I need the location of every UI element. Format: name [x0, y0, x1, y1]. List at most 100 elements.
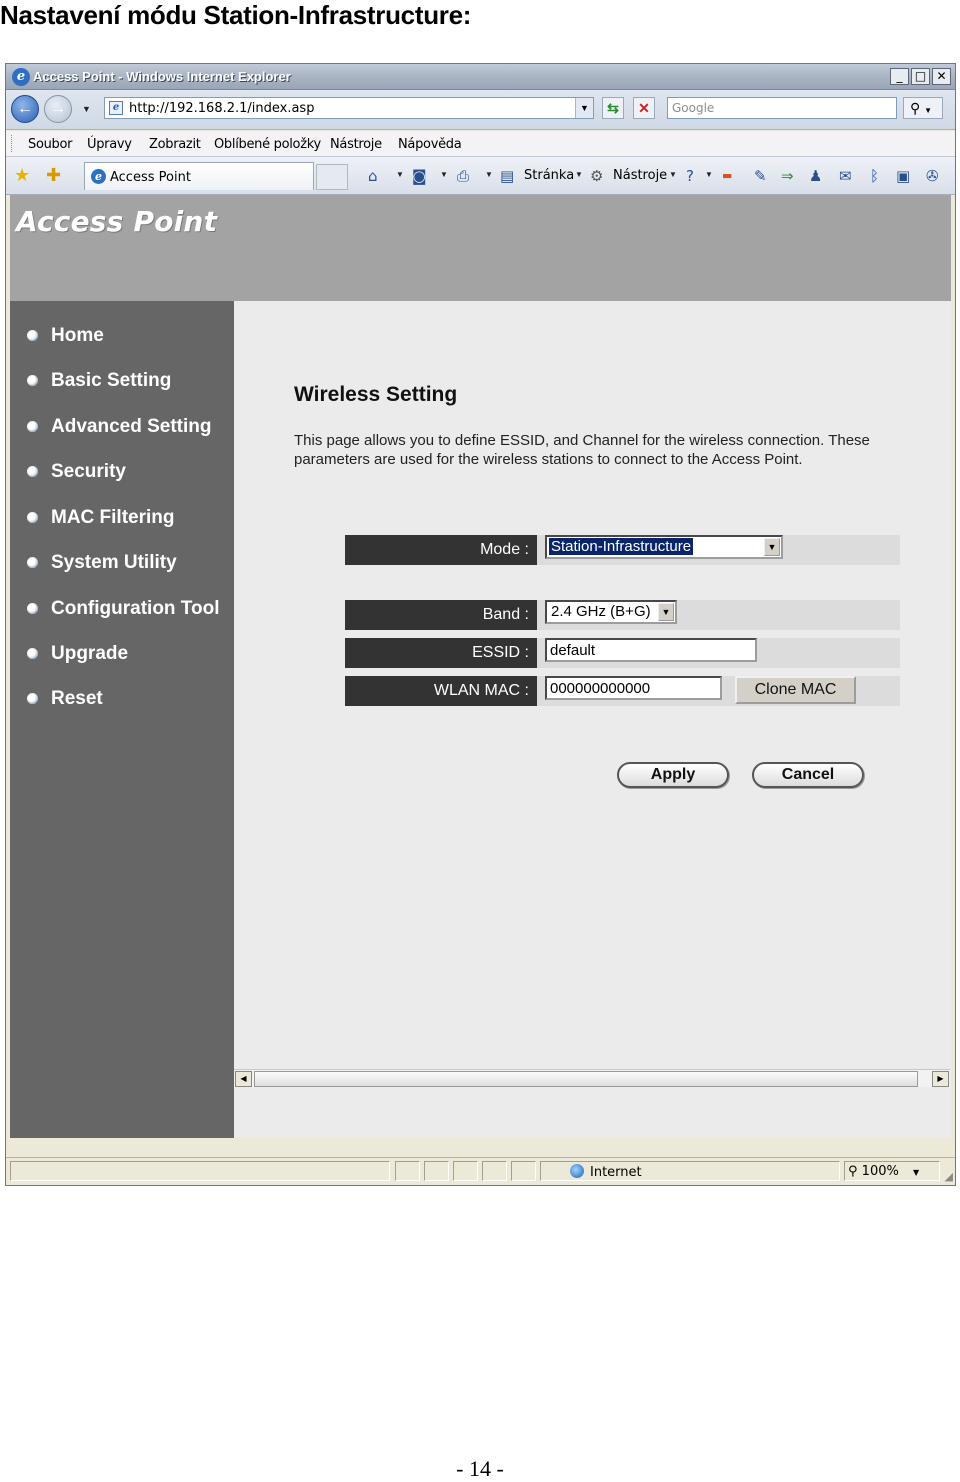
stop-icon: ✕ [638, 100, 650, 116]
security-zone: Internet [570, 1164, 642, 1180]
page-description: This page allows you to define ESSID, an… [294, 432, 870, 468]
zoom-control[interactable]: ⚲ 100% ▼ [848, 1164, 919, 1179]
feeds-icon[interactable]: ◙ [412, 167, 427, 185]
page-viewport: Access Point Home Basic Setting Advanced… [10, 195, 951, 1138]
menu-tools[interactable]: Nástroje [330, 137, 382, 152]
mode-select[interactable]: Station-Infrastructure ▼ [545, 535, 783, 559]
ie-logo-icon: e [12, 68, 30, 86]
essid-field[interactable]: default [545, 638, 757, 662]
app-logo: Access Point [16, 205, 218, 238]
apply-button[interactable]: Apply [617, 762, 729, 788]
xml-icon[interactable]: ▬ [722, 169, 732, 182]
scroll-right-icon[interactable]: ▶ [932, 1071, 949, 1087]
close-button[interactable]: ✕ [932, 68, 951, 85]
search-icon: ⚲ [910, 100, 921, 116]
mode-value: Station-Infrastructure [547, 537, 695, 556]
mode-row: Mode : Station-Infrastructure ▼ [345, 535, 900, 565]
scroll-left-icon[interactable]: ◀ [235, 1071, 252, 1087]
blog-icon[interactable]: ✉ [839, 167, 852, 185]
send-icon[interactable]: ⇒ [781, 167, 794, 185]
bullet-icon [27, 421, 38, 432]
wlan-mac-row: WLAN MAC : 000000000000 Clone MAC [345, 676, 900, 706]
essid-row: ESSID : default [345, 638, 900, 668]
menu-edit[interactable]: Úpravy [87, 137, 132, 152]
add-favorites-icon[interactable]: ✚ [46, 165, 61, 186]
forward-button[interactable]: → [44, 95, 72, 123]
maximize-button[interactable]: □ [911, 68, 930, 85]
sidebar-item-label: Upgrade [51, 643, 129, 664]
sidebar-item-label: Basic Setting [51, 370, 172, 391]
globe-icon [570, 1164, 584, 1178]
status-bar: Internet ⚲ 100% ▼ ◢ [6, 1157, 955, 1185]
menu-file[interactable]: Soubor [28, 137, 73, 152]
url-field[interactable]: e http://192.168.2.1/index.asp ▼ [104, 97, 594, 119]
refresh-icon: ⇆ [607, 100, 619, 116]
print-icon[interactable]: ⎙ [457, 167, 469, 185]
page-header: Access Point [10, 195, 951, 301]
bullet-icon [27, 330, 38, 341]
sidebar-item-label: Home [51, 325, 104, 346]
status-cell [482, 1161, 507, 1181]
chevron-down-icon[interactable]: ▼ [658, 603, 674, 621]
print-dropdown-icon[interactable]: ▼ [485, 170, 493, 179]
mode-label: Mode : [345, 535, 537, 565]
zoom-value: 100% [861, 1164, 899, 1179]
history-dropdown-icon[interactable]: ▼ [82, 104, 91, 114]
page-number: - 14 - [456, 1456, 504, 1481]
new-tab-button[interactable] [316, 164, 348, 190]
stop-button[interactable]: ✕ [633, 97, 655, 119]
refresh-button[interactable]: ⇆ [602, 97, 624, 119]
menu-help[interactable]: Nápověda [398, 137, 462, 152]
help-icon[interactable]: ? [686, 167, 694, 185]
resize-grip-icon[interactable]: ◢ [945, 1170, 953, 1183]
browser-window: e Access Point - Windows Internet Explor… [5, 63, 956, 1186]
search-button[interactable]: ⚲ ▼ [903, 97, 943, 119]
wlan-mac-label: WLAN MAC : [345, 676, 537, 706]
favorites-star-icon[interactable]: ★ [14, 165, 30, 186]
research-icon[interactable]: ✎ [754, 167, 767, 185]
wlan-mac-field[interactable]: 000000000000 [545, 676, 722, 700]
back-button[interactable]: ← [11, 95, 39, 123]
horizontal-scrollbar[interactable]: ◀ ▶ [234, 1069, 950, 1087]
url-dropdown-icon[interactable]: ▼ [575, 98, 593, 118]
home-icon[interactable]: ⌂ [368, 167, 378, 185]
messenger-icon[interactable]: ♟ [809, 167, 822, 185]
minimize-button[interactable]: _ [890, 68, 909, 85]
favorites-bar: ★ ✚ e Access Point ⌂ ▼ ◙ ▼ ⎙ ▼ ▤ Stránka… [6, 157, 955, 195]
forward-icon: → [50, 100, 66, 117]
screen-icon[interactable]: ▣ [896, 167, 910, 185]
tab-access-point[interactable]: e Access Point [84, 162, 314, 190]
bullet-icon [27, 648, 38, 659]
wlan-mac-value: 000000000000 [550, 680, 651, 697]
scroll-thumb[interactable] [254, 1071, 918, 1087]
cancel-button[interactable]: Cancel [752, 762, 864, 788]
tools-extra-icon[interactable]: ✇ [926, 167, 939, 185]
zoom-icon: ⚲ [848, 1164, 858, 1179]
zoom-dropdown-icon[interactable]: ▼ [913, 1168, 919, 1177]
band-select[interactable]: 2.4 GHz (B+G) ▼ [545, 600, 677, 624]
menu-bar: Soubor Úpravy Zobrazit Oblíbené položky … [6, 131, 955, 157]
url-text: http://192.168.2.1/index.asp [129, 101, 315, 116]
search-placeholder: Google [672, 101, 715, 115]
bullet-icon [27, 603, 38, 614]
tools-dropdown-icon[interactable]: ▼ [669, 170, 677, 179]
sidebar-item-label: System Utility [51, 552, 177, 573]
search-input[interactable]: Google [667, 97, 897, 119]
bullet-icon [27, 512, 38, 523]
clone-mac-button[interactable]: Clone MAC [735, 676, 856, 704]
bullet-icon [27, 375, 38, 386]
page-dropdown-icon[interactable]: ▼ [575, 170, 583, 179]
tools-menu-button[interactable]: Nástroje [613, 168, 667, 183]
help-dropdown-icon[interactable]: ▼ [705, 170, 713, 179]
feeds-dropdown-icon[interactable]: ▼ [440, 170, 448, 179]
page-menu-button[interactable]: Stránka [524, 168, 574, 183]
bluetooth-icon[interactable]: ᛒ [870, 167, 879, 185]
chevron-down-icon[interactable]: ▼ [764, 538, 780, 556]
status-cell [395, 1161, 420, 1181]
menu-view[interactable]: Zobrazit [149, 137, 201, 152]
sidebar: Home Basic Setting Advanced Setting Secu… [10, 301, 234, 1138]
home-dropdown-icon[interactable]: ▼ [396, 170, 404, 179]
zone-label: Internet [590, 1165, 642, 1180]
menu-favorites[interactable]: Oblíbené položky [214, 137, 321, 152]
window-controls: _ □ ✕ [890, 68, 951, 85]
